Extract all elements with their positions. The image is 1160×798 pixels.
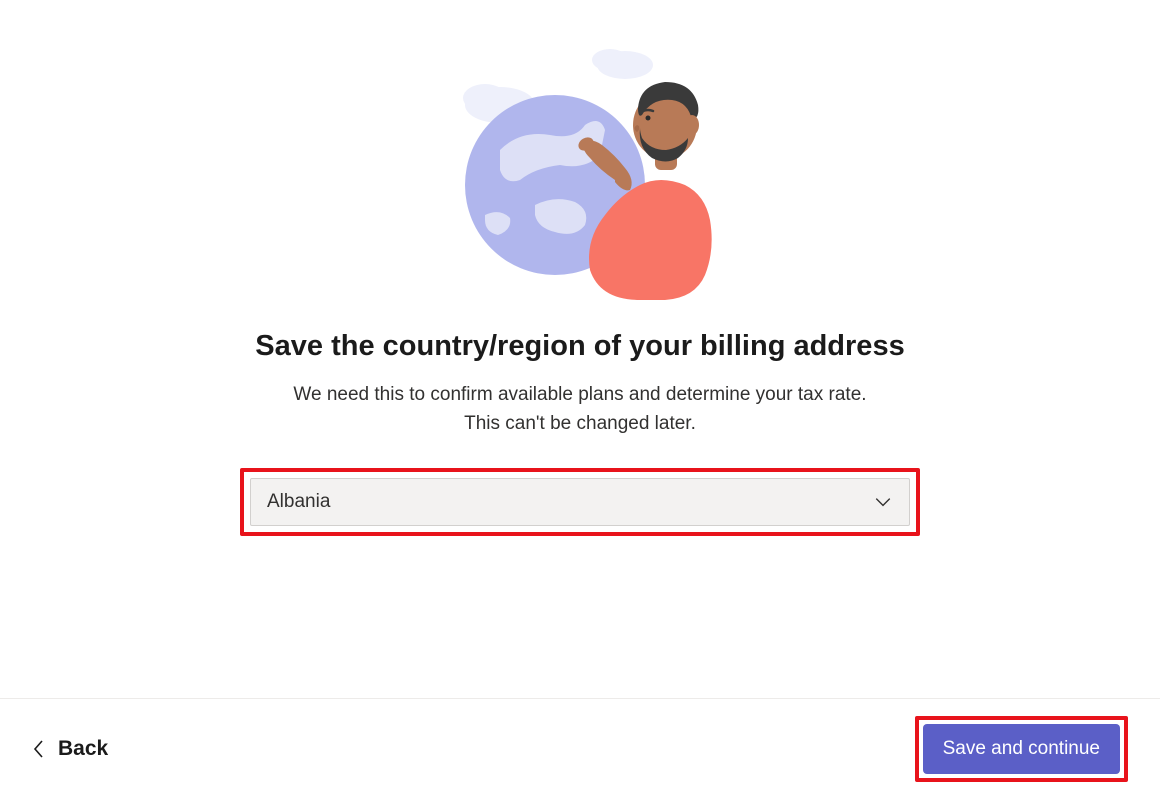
subtext-line-1: We need this to confirm available plans … (293, 384, 866, 405)
save-and-continue-button[interactable]: Save and continue (923, 724, 1120, 774)
save-continue-highlight: Save and continue (915, 716, 1128, 782)
chevron-down-icon (873, 492, 893, 512)
back-button[interactable]: Back (32, 737, 108, 761)
footer-bar: Back Save and continue (0, 698, 1160, 798)
page-heading: Save the country/region of your billing … (255, 330, 904, 363)
page-subtext: We need this to confirm available plans … (293, 381, 866, 438)
country-dropdown-highlight: Albania (240, 468, 920, 536)
back-button-label: Back (58, 737, 108, 761)
country-region-dropdown[interactable]: Albania (250, 478, 910, 526)
subtext-line-2: This can't be changed later. (464, 413, 696, 434)
country-dropdown-value: Albania (267, 491, 330, 513)
chevron-left-icon (32, 742, 46, 756)
globe-person-illustration (440, 20, 720, 300)
